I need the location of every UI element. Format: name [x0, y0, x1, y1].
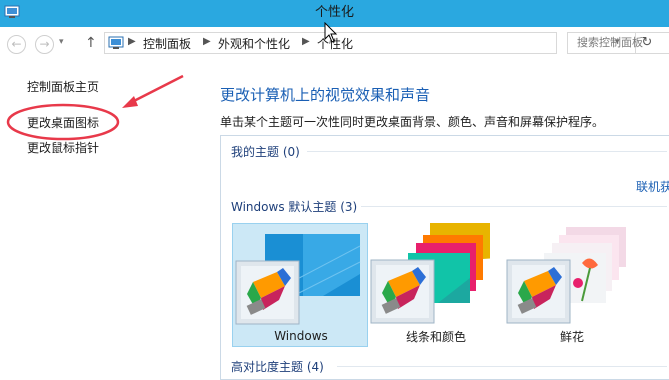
- annotation-arrow-head: [122, 96, 138, 108]
- default-themes-header: Windows 默认主题 (3): [231, 200, 358, 214]
- online-themes-link[interactable]: 联机获: [636, 178, 669, 195]
- theme-name: 鲜花: [559, 330, 584, 344]
- divider: [337, 366, 667, 367]
- my-themes-header: 我的主题 (0): [231, 145, 300, 159]
- page-title: 更改计算机上的视觉效果和声音: [220, 86, 431, 104]
- divider: [361, 206, 667, 207]
- theme-card-windows[interactable]: Windows: [232, 223, 368, 347]
- theme-card-lines-colors[interactable]: 线条和颜色: [368, 223, 504, 347]
- theme-list-panel: 我的主题 (0) 联机获 Windows 默认主题 (3) Windows 线条…: [220, 135, 669, 380]
- annotation-arrow-line: [127, 74, 184, 106]
- lines-colors-theme-icon: [370, 223, 490, 324]
- theme-card-flowers[interactable]: 鲜花: [504, 223, 640, 347]
- mouse-cursor-icon: [324, 22, 338, 43]
- high-contrast-themes-header: 高对比度主题 (4): [231, 360, 324, 374]
- theme-name: Windows: [274, 329, 328, 343]
- divider: [307, 151, 667, 152]
- flowers-theme-icon: [506, 227, 626, 324]
- theme-name: 线条和颜色: [405, 330, 466, 344]
- annotation-ellipse: [6, 103, 120, 141]
- windows-theme-icon: [235, 234, 361, 325]
- page-description: 单击某个主题可一次性同时更改桌面背景、颜色、声音和屏幕保护程序。: [220, 115, 605, 129]
